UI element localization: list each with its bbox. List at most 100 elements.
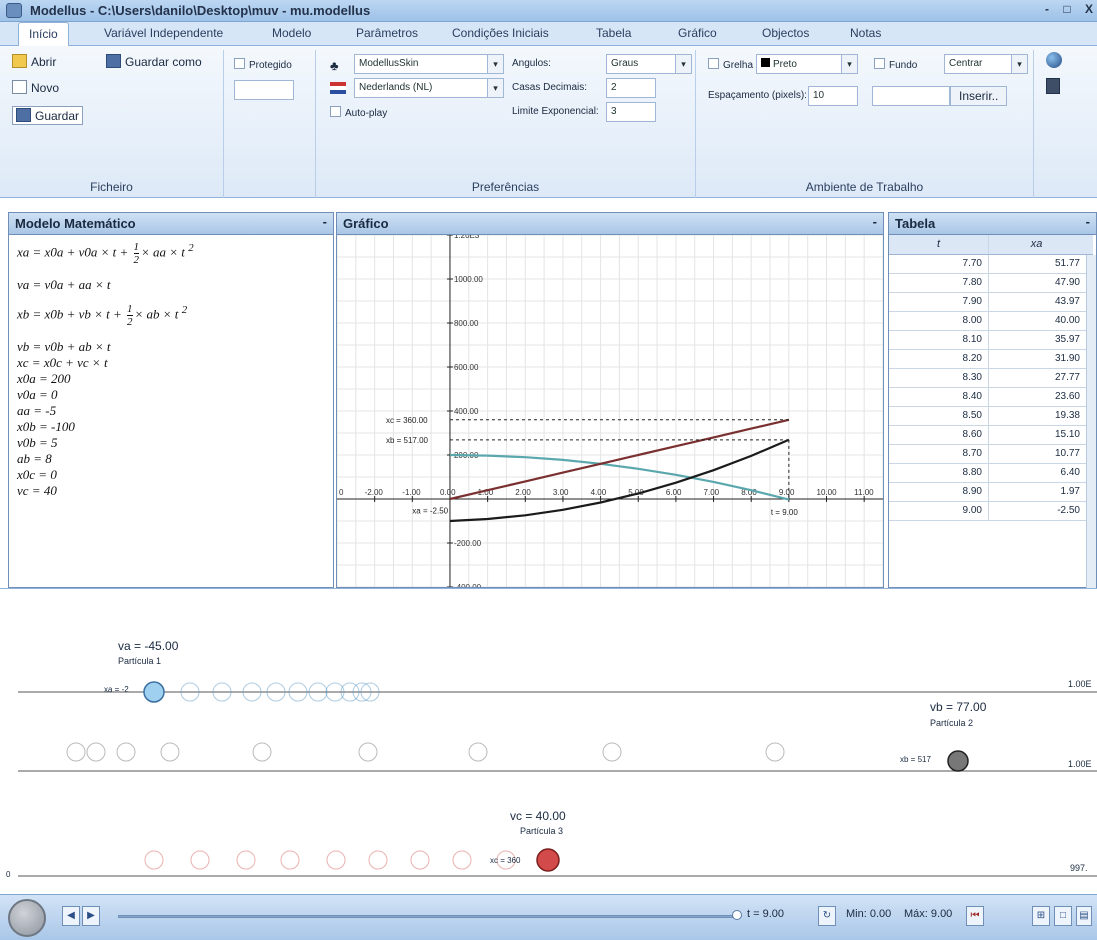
chevron-down-icon: ▾ (487, 79, 503, 97)
table-row[interactable]: 9.00 -2.50 (889, 502, 1093, 521)
equation-xb: xb = x0b + vb × t + 1 2 × ab × t 2 (17, 303, 188, 328)
cor-select[interactable]: Preto ▾ (756, 54, 858, 74)
playback-bar: ◀ ▶ t = 9.00 ↻ Min: 0.00 Máx: 9.00 ⏮ ⊞ □… (0, 894, 1097, 940)
table-row[interactable]: 8.20 31.90 (889, 350, 1093, 369)
save-as-icon (106, 54, 121, 68)
skin-icon: ♣ (330, 58, 339, 73)
panels-icon[interactable]: ▤ (1076, 906, 1092, 926)
group-protegido: Protegido (224, 50, 316, 198)
tab-tabela[interactable]: Tabela (596, 26, 631, 40)
animation-area: va = -45.00 Partícula 1 xa = -2 vb = 77.… (0, 588, 1097, 894)
grelha-checkbox[interactable]: Grelha (708, 58, 753, 71)
centrar-select[interactable]: Centrar ▾ (944, 54, 1028, 74)
espacamento-field[interactable]: 10 (808, 86, 858, 106)
tab-condicoes-iniciais[interactable]: Condições Iniciais (452, 26, 549, 40)
particle-2-velocity: vb = 77.00 (930, 700, 987, 714)
minimize-button[interactable]: - (1038, 2, 1056, 18)
tab-inicio[interactable]: Início (18, 22, 69, 47)
modelo-title: Modelo Matemático (15, 216, 136, 231)
table-row[interactable]: 8.40 23.60 (889, 388, 1093, 407)
casas-decimais-label: Casas Decimais: (512, 82, 588, 93)
novo-button[interactable]: Novo (12, 80, 59, 95)
step-forward-button[interactable]: ▶ (82, 906, 100, 926)
ribbon-tabs: Início Variável Independente Modelo Parâ… (0, 22, 1097, 47)
minimize-panel-button[interactable]: - (323, 214, 327, 229)
guardar-button[interactable]: Guardar (12, 106, 84, 125)
replay-icon[interactable]: ↻ (818, 906, 836, 926)
particle-1-velocity: va = -45.00 (118, 639, 179, 653)
param-x0c: x0c = 0 (17, 467, 57, 482)
param-v0a: v0a = 0 (17, 387, 58, 402)
particle-2[interactable] (947, 750, 969, 772)
inserir-button[interactable]: Inserir.. (950, 86, 1008, 106)
param-x0a: x0a = 200 (17, 371, 71, 386)
autoplay-checkbox[interactable]: Auto-play (330, 106, 387, 119)
tab-grafico[interactable]: Gráfico (678, 26, 717, 40)
tab-objectos[interactable]: Objectos (762, 26, 809, 40)
tab-variavel-independente[interactable]: Variável Independente (104, 26, 223, 40)
particle-1-name: Partícula 1 (118, 656, 162, 666)
guardar-como-button[interactable]: Guardar como (106, 54, 202, 69)
maximize-button[interactable]: □ (1058, 2, 1076, 18)
chevron-down-icon: ▾ (487, 55, 503, 73)
motion-chart[interactable]: -2.00 -1.00 0.00 1.00 2.00 3.00 4.00 5.00 6.00 7.… (337, 235, 883, 587)
inserir-field[interactable] (872, 86, 950, 106)
track-3-scale: 997. (1070, 863, 1088, 873)
skip-to-end-icon[interactable]: ⏮ (966, 906, 984, 926)
trail-ghost (236, 850, 256, 870)
time-slider-track[interactable] (118, 915, 736, 918)
time-slider-thumb[interactable] (732, 910, 742, 920)
layout-icon[interactable]: ⊞ (1032, 906, 1050, 926)
grafico-header: Gráfico - (337, 213, 883, 235)
table-row[interactable]: 7.90 43.97 (889, 293, 1093, 312)
particle-1[interactable] (143, 681, 165, 703)
table-row[interactable]: 8.30 27.77 (889, 369, 1093, 388)
table-row[interactable]: 8.10 35.97 (889, 331, 1093, 350)
track-origin-label: 0 (6, 870, 11, 879)
param-ab: ab = 8 (17, 451, 52, 466)
table-row[interactable]: 8.60 15.10 (889, 426, 1093, 445)
minimize-panel-button[interactable]: - (873, 214, 877, 229)
particle-3[interactable] (536, 848, 560, 872)
x-tick-label: 4.00 (591, 488, 607, 497)
equation-xc: xc = x0c + vc × t (17, 355, 108, 370)
tab-parametros[interactable]: Parâmetros (356, 26, 418, 40)
window-icon[interactable]: □ (1054, 906, 1072, 926)
column-header-t[interactable]: t (889, 235, 989, 254)
step-back-button[interactable]: ◀ (62, 906, 80, 926)
max-time-label: Máx: 9.00 (904, 908, 953, 920)
y-tick-label: -200.00 (454, 539, 482, 548)
x-tick-label: 10.00 (817, 488, 838, 497)
skin-select[interactable]: ModellusSkin ▾ (354, 54, 504, 74)
new-file-icon (12, 80, 27, 94)
table-row[interactable]: 8.70 10.77 (889, 445, 1093, 464)
play-button[interactable] (8, 899, 46, 937)
minimize-panel-button[interactable]: - (1086, 214, 1090, 229)
table-row[interactable]: 8.50 19.38 (889, 407, 1093, 426)
column-header-xa[interactable]: xa (989, 235, 1084, 254)
label-t: t = 9.00 (771, 508, 798, 517)
tab-notas[interactable]: Notas (850, 26, 881, 40)
casas-decimais-field[interactable]: 2 (606, 78, 656, 98)
calculator-icon[interactable] (1046, 78, 1060, 94)
table-row[interactable]: 8.90 1.97 (889, 483, 1093, 502)
table-row[interactable]: 8.00 40.00 (889, 312, 1093, 331)
abrir-button[interactable]: Abrir (12, 54, 56, 69)
language-select[interactable]: Nederlands (NL) ▾ (354, 78, 504, 98)
equation-vb: vb = v0b + ab × t (17, 339, 111, 354)
fundo-checkbox[interactable]: Fundo (874, 58, 917, 71)
protegido-checkbox[interactable]: Protegido (234, 58, 292, 71)
help-globe-icon[interactable] (1046, 52, 1062, 68)
angulos-select[interactable]: Graus ▾ (606, 54, 692, 74)
limite-exponencial-field[interactable]: 3 (606, 102, 656, 122)
close-button[interactable]: X (1080, 2, 1097, 18)
equation-xa: xa = x0a + v0a × t + 1 2 × aa × t 2 (17, 241, 194, 266)
protegido-field[interactable] (234, 80, 294, 100)
table-scrollbar[interactable] (1086, 255, 1096, 589)
table-row[interactable]: 7.70 51.77 (889, 255, 1093, 274)
tab-modelo[interactable]: Modelo (272, 26, 311, 40)
label-xb: xb = 517.00 (386, 436, 429, 445)
table-row[interactable]: 7.80 47.90 (889, 274, 1093, 293)
trail-ghost (190, 850, 210, 870)
table-row[interactable]: 8.80 6.40 (889, 464, 1093, 483)
